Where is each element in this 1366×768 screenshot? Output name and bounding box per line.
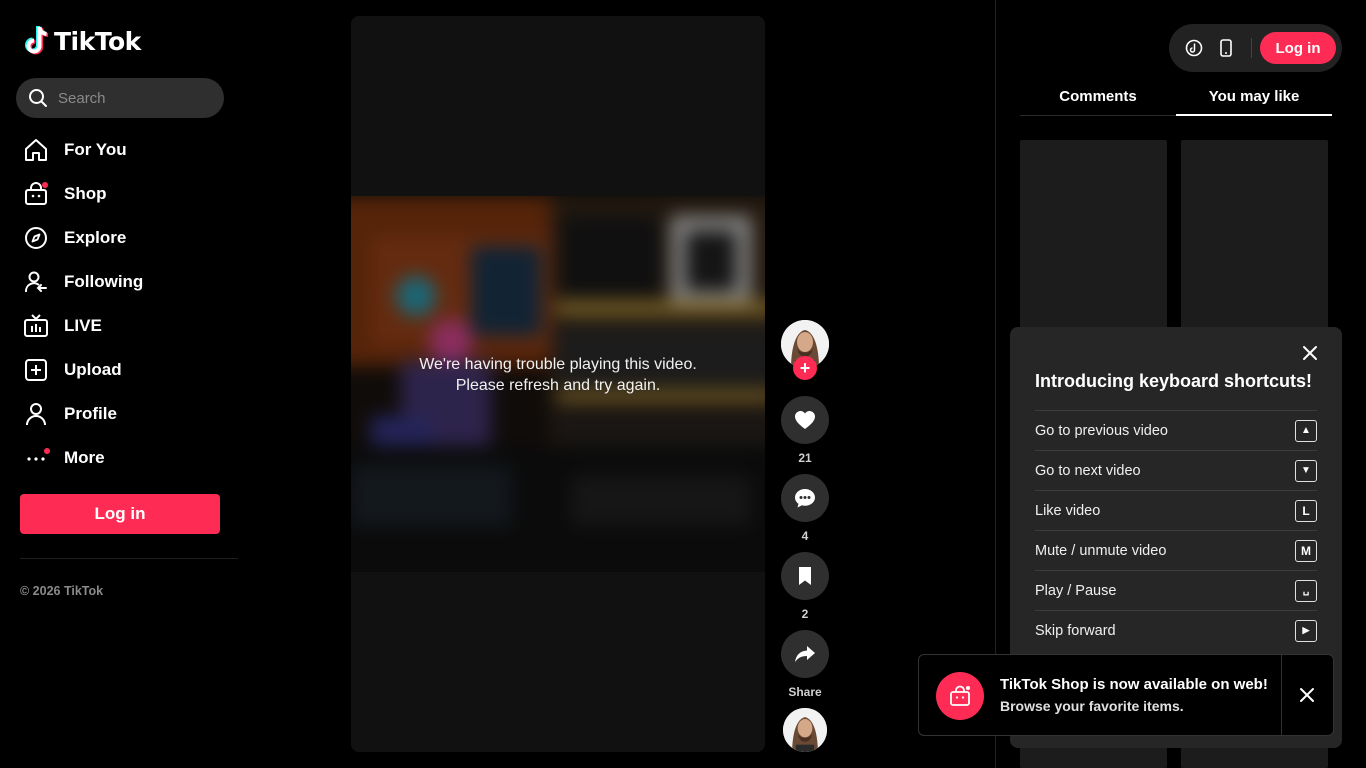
space-key-icon: ␣ [1295,579,1317,602]
person-icon [22,400,50,428]
bookmark-icon [799,567,811,585]
follow-plus-button[interactable]: + [793,356,817,380]
notification-dot [42,182,48,188]
save-action[interactable]: 2 [781,552,829,621]
mobile-phone-icon[interactable] [1215,37,1237,59]
like-count: 21 [798,451,812,465]
toast-subtitle: Browse your favorite items. [1000,698,1184,714]
live-tv-icon [22,312,50,340]
error-line: Please refresh and try again. [455,377,661,394]
shortcut-label: Like video [1035,502,1101,519]
shortcut-row: Play / Pause ␣ [1035,570,1317,610]
toast-title: TikTok Shop is now available on web! [1000,676,1268,693]
nav-label: Following [64,272,144,291]
nav-label: More [64,448,105,467]
music-avatar[interactable] [783,708,827,752]
share-button[interactable] [781,630,829,678]
shortcut-label: Go to next video [1035,462,1141,479]
logo-text: TikTok [54,26,141,56]
shortcuts-title: Introducing keyboard shortcuts! [1035,371,1313,391]
nav-label: Upload [64,360,122,379]
nav-item-shop[interactable]: Shop [20,172,230,216]
nav-label: For You [64,140,127,159]
arrow-up-key-icon: ▲ [1295,419,1317,442]
nav-item-explore[interactable]: Explore [20,216,230,260]
shopping-bag-icon [22,180,50,208]
video-error-message: We're having trouble playing this video.… [351,354,765,396]
arrow-down-key-icon: ▼ [1295,459,1317,482]
search-input[interactable] [58,89,208,107]
m-key-icon: M [1295,539,1317,562]
nav-item-upload[interactable]: Upload [20,348,230,392]
sidebar: TikTok For You Shop Explore [0,0,240,768]
divider [1281,655,1282,735]
close-icon[interactable] [1302,345,1318,361]
like-action[interactable]: 21 [781,396,829,465]
compass-icon [22,224,50,252]
search-icon [29,89,47,107]
close-icon[interactable] [1299,687,1315,703]
header-actions: Log in [1169,24,1342,72]
comment-count: 4 [801,529,809,543]
main-nav: For You Shop Explore Following LIVE Uplo… [20,128,230,480]
shortcut-row: Go to previous video ▲ [1035,410,1317,450]
copyright-text: © 2026 TikTok [20,584,104,598]
creator-avatar[interactable]: + [781,320,829,380]
divider [1251,38,1252,58]
nav-item-more[interactable]: More [20,436,230,480]
like-button[interactable] [781,396,829,444]
home-icon [22,136,50,164]
nav-label: Shop [64,184,107,203]
nav-item-for-you[interactable]: For You [20,128,230,172]
tab-you-may-like[interactable]: You may like [1176,84,1332,116]
comment-icon [795,489,815,508]
nav-item-following[interactable]: Following [20,260,230,304]
comment-button[interactable] [781,474,829,522]
shortcuts-list: Go to previous video ▲ Go to next video … [1035,410,1317,650]
divider [20,558,238,559]
following-icon [22,268,50,296]
shortcut-row: Go to next video ▼ [1035,450,1317,490]
notification-dot [44,448,50,454]
save-button[interactable] [781,552,829,600]
tiktok-note-icon [25,26,49,55]
shortcut-row: Like video L [1035,490,1317,530]
l-key-icon: L [1295,499,1317,522]
header-login-button[interactable]: Log in [1260,32,1336,64]
video-player[interactable]: We're having trouble playing this video.… [351,16,765,752]
nav-label: Profile [64,404,117,423]
right-panel-tabs: Comments You may like [1020,84,1332,116]
share-label: Share [788,685,822,699]
shortcut-label: Mute / unmute video [1035,542,1167,559]
error-line: We're having trouble playing this video. [419,356,697,373]
shortcut-label: Skip forward [1035,622,1116,639]
arrow-right-key-icon: ▶ [1295,619,1317,642]
shortcut-row: Skip forward ▶ [1035,610,1317,650]
comment-action[interactable]: 4 [781,474,829,543]
heart-icon [795,411,815,429]
shop-toast: TikTok Shop is now available on web! Bro… [918,654,1334,736]
recommended-video-thumb[interactable] [1181,140,1328,340]
nav-label: Explore [64,228,127,247]
share-arrow-icon [795,646,815,662]
panel-divider [995,0,996,768]
recommended-video-thumb[interactable] [1020,140,1167,340]
share-action[interactable]: Share [781,630,829,699]
shortcut-label: Go to previous video [1035,422,1168,439]
plus-square-icon [22,356,50,384]
nav-item-live[interactable]: LIVE [20,304,230,348]
shortcut-row: Mute / unmute video M [1035,530,1317,570]
more-dots-icon [22,444,50,472]
tab-comments[interactable]: Comments [1020,84,1176,115]
nav-label: LIVE [64,316,102,335]
nav-item-profile[interactable]: Profile [20,392,230,436]
sidebar-login-button[interactable]: Log in [20,494,220,534]
save-count: 2 [801,607,809,621]
tiktok-disc-icon[interactable] [1183,37,1205,59]
tiktok-logo[interactable]: TikTok [24,26,141,56]
shortcut-label: Play / Pause [1035,582,1117,599]
shop-bag-icon [936,672,984,720]
search-box[interactable] [16,78,224,118]
